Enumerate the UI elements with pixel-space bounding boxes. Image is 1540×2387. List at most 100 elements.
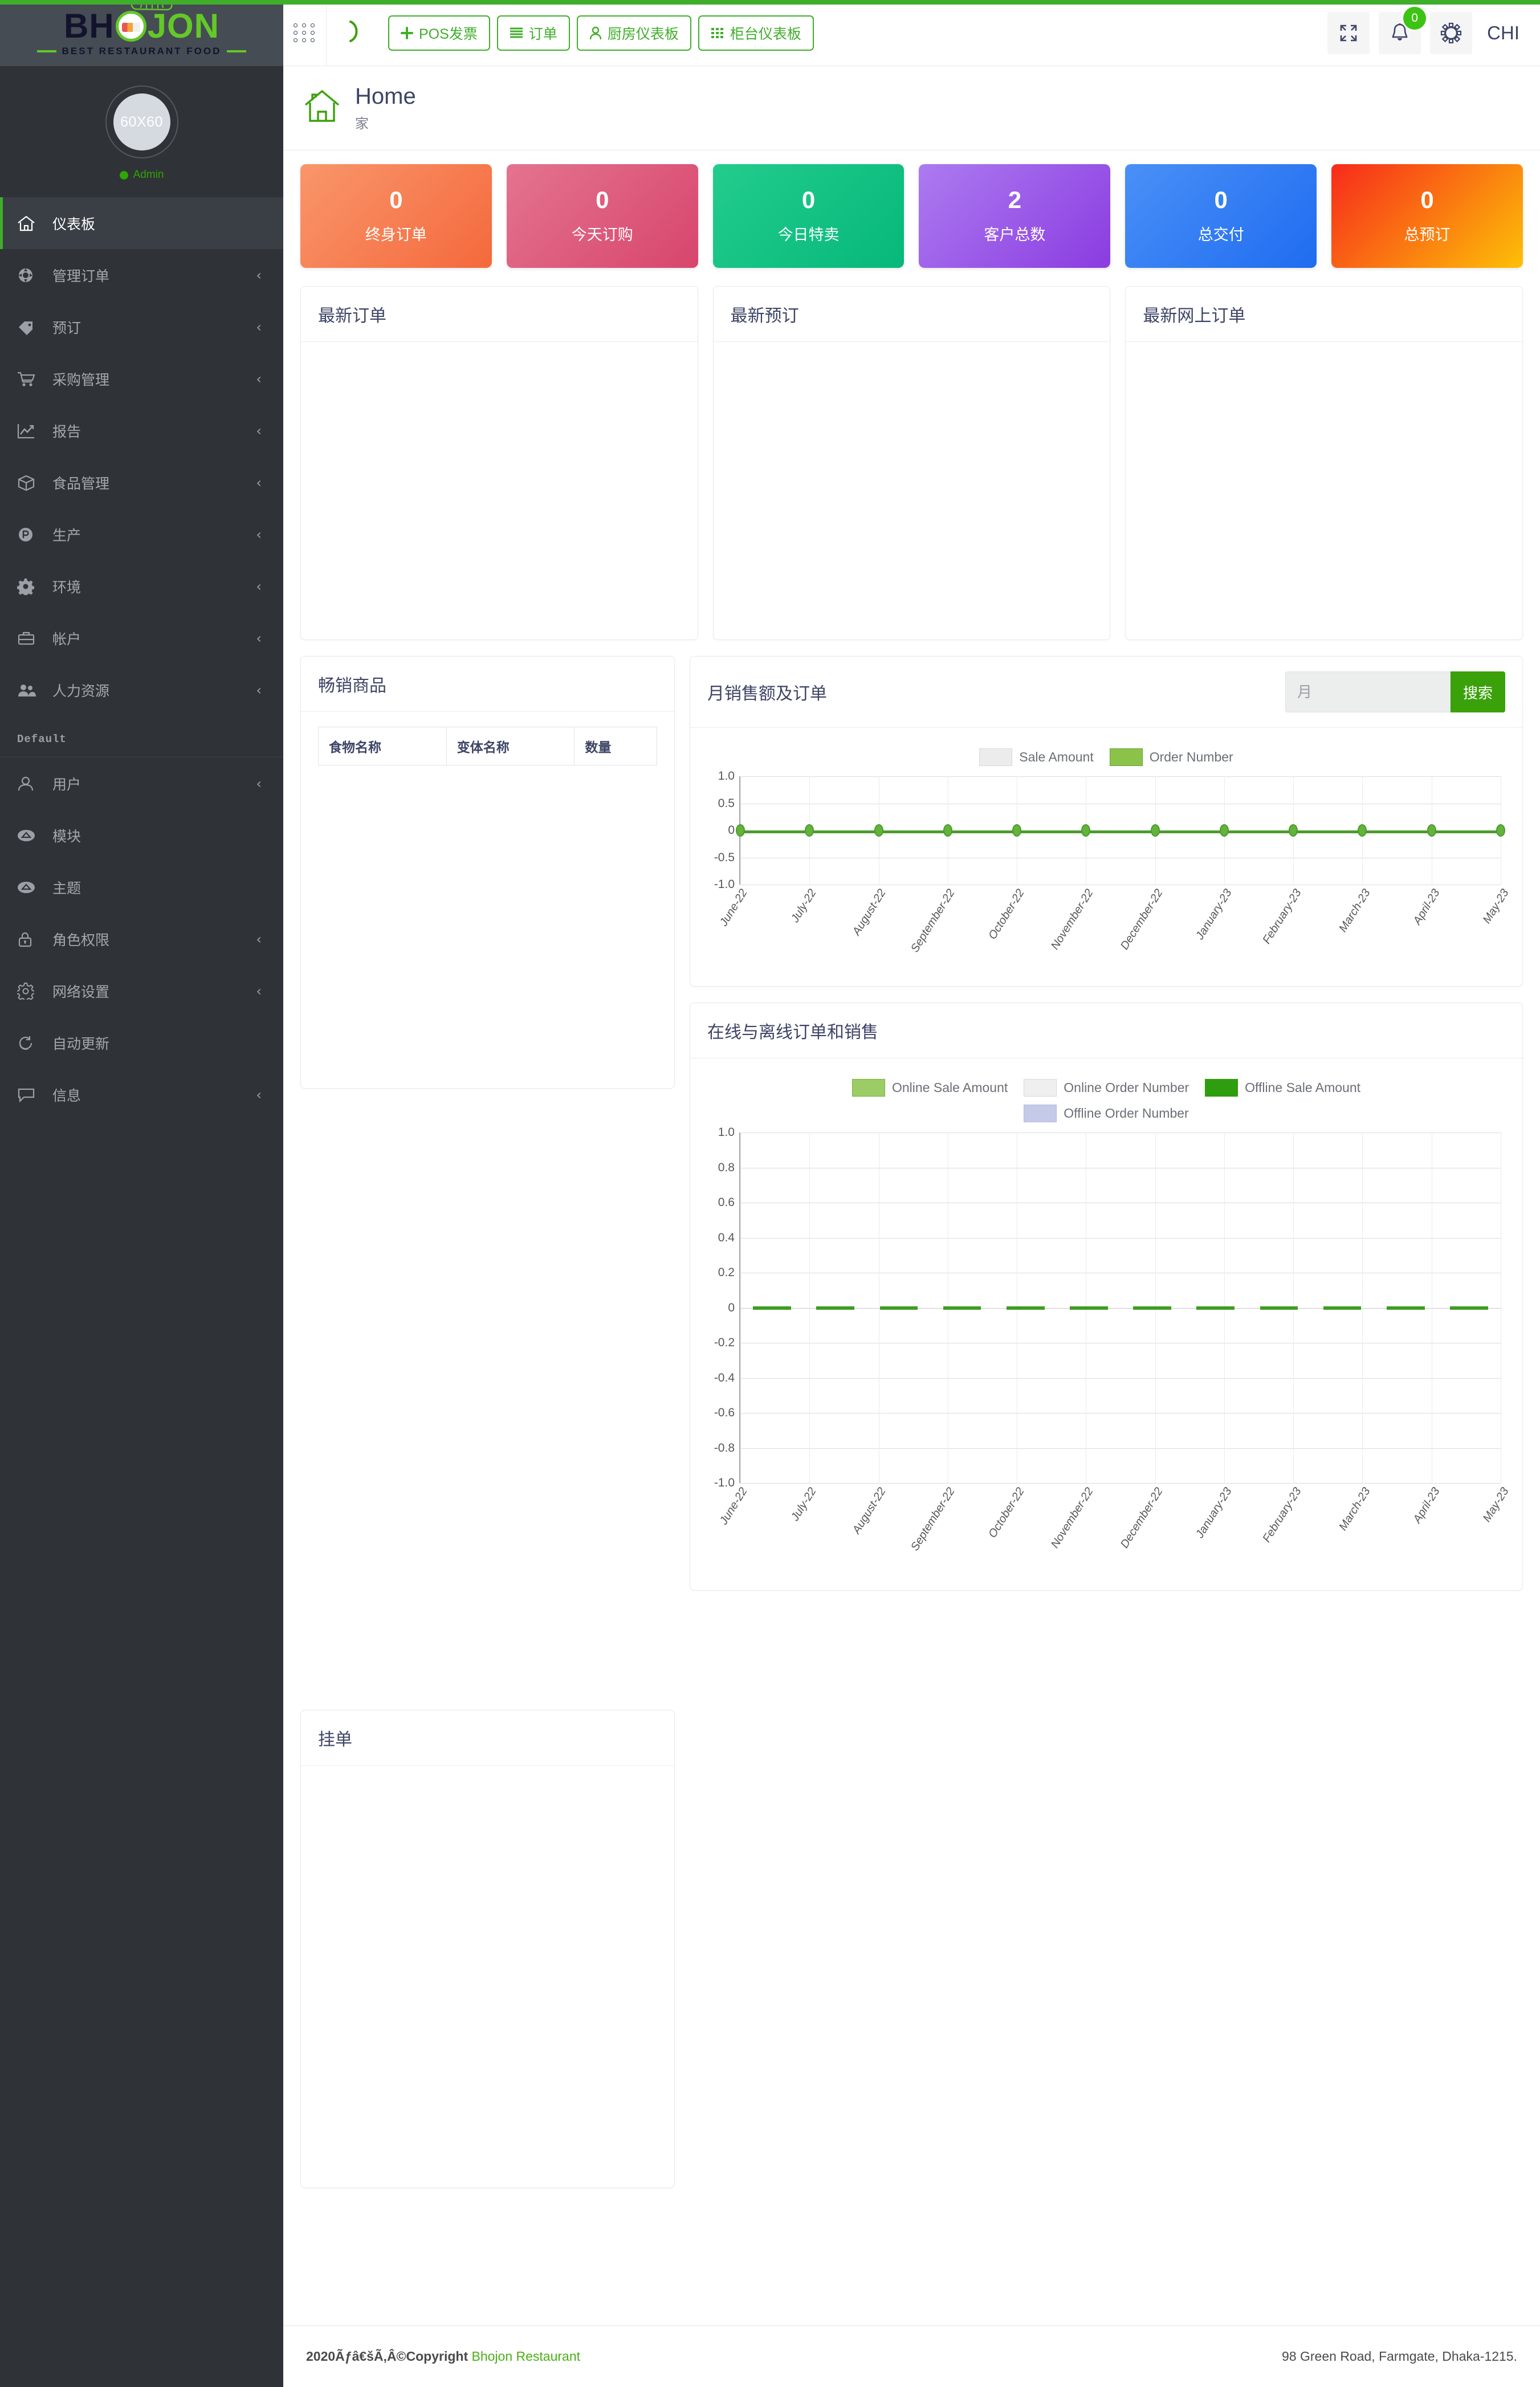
sidebar-item-reports[interactable]: 报告 ‹ <box>0 405 283 457</box>
sidebar-item-label: 预订 <box>52 320 82 336</box>
chevron-icon: ‹ <box>256 931 262 947</box>
sidebar-item-label: 环境 <box>52 579 82 596</box>
left-column: 畅销商品 食物名称 变体名称 数量 挂单 <box>300 656 675 2204</box>
y-tick-label: -0.5 <box>714 850 735 864</box>
monthly-sales-card: 月销售额及订单 搜索 Sale Amount <box>690 656 1523 987</box>
sidebar-item-hr[interactable]: 人力资源 ‹ <box>0 664 283 716</box>
bar <box>816 1306 855 1310</box>
counter-dashboard-label: 柜台仪表板 <box>730 26 801 42</box>
chevron-icon: ‹ <box>256 983 262 999</box>
brand-logo[interactable]: BH JON BEST RESTAURANT FOOD <box>0 0 283 66</box>
bar <box>879 1306 918 1310</box>
charts-row: 畅销商品 食物名称 变体名称 数量 挂单 月销售额及订单 月 搜索 Sale A… <box>300 656 1523 2204</box>
stat-card-today-orders[interactable]: 0 今天订购 <box>506 164 698 268</box>
chevron-icon: ‹ <box>256 775 262 792</box>
language-selector[interactable]: CHI <box>1487 22 1519 44</box>
y-tick-label: 0 <box>728 824 735 837</box>
sidebar-item-production[interactable]: 生产 ‹ <box>0 508 283 560</box>
sidebar-item-messages[interactable]: 信息 ‹ <box>0 1069 283 1121</box>
module-icon <box>17 829 43 842</box>
top-actions: POS发票 订单 厨房仪表板 柜台仪表板 <box>388 15 814 51</box>
stat-card-total-delivery[interactable]: 0 总交付 <box>1125 164 1317 268</box>
p-circle-icon <box>17 526 43 543</box>
footer-copyright: 2020Ãƒâ€šÃ‚Â©Copyright Bhojon Restaurant <box>306 2349 580 2364</box>
orders-label: 订单 <box>528 26 557 42</box>
avatar[interactable]: 60X60 <box>113 93 170 150</box>
month-search-input[interactable] <box>1285 671 1451 712</box>
top-accent-bar <box>0 0 1540 5</box>
chevron-icon: ‹ <box>256 474 262 491</box>
data-point <box>1427 824 1436 837</box>
sidebar-item-label: 仪表板 <box>52 216 96 233</box>
held-orders-card: 挂单 <box>300 1710 675 2188</box>
dark-mode-toggle[interactable] <box>346 20 366 46</box>
sidebar-item-purchase[interactable]: 采购管理 ‹ <box>0 353 283 405</box>
cart-icon <box>17 371 43 387</box>
x-tick-label: October-22 <box>985 1485 1027 1541</box>
logo-bh-text: BH <box>63 7 115 45</box>
month-search-button[interactable]: 搜索 <box>1450 671 1505 712</box>
fullscreen-button[interactable] <box>1327 11 1370 54</box>
y-tick-label: 0 <box>728 1301 735 1314</box>
footer-brand-link[interactable]: Bhojon Restaurant <box>472 2349 581 2364</box>
page-title: Home <box>355 84 416 109</box>
chevron-icon: ‹ <box>256 422 262 439</box>
online-offline-legend: Online Sale Amount Online Order Number O… <box>704 1079 1509 1122</box>
bar <box>1260 1306 1298 1310</box>
x-tick-label: June-22 <box>717 1485 750 1527</box>
chevron-icon: ‹ <box>256 682 262 698</box>
counter-dashboard-button[interactable]: 柜台仪表板 <box>698 15 814 51</box>
sidebar-item-role-permission[interactable]: 角色权限 ‹ <box>0 913 283 965</box>
sidebar-item-reservation[interactable]: 预订 ‹ <box>0 301 283 353</box>
sidebar-item-auto-update[interactable]: 自动更新 <box>0 1017 283 1069</box>
latest-reservations-body <box>714 342 1110 639</box>
latest-orders-card: 最新订单 <box>300 286 698 640</box>
settings-button[interactable] <box>1430 11 1473 54</box>
home-page-icon <box>304 89 340 127</box>
sidebar-item-users[interactable]: 用户 ‹ <box>0 757 283 809</box>
kitchen-dashboard-button[interactable]: 厨房仪表板 <box>576 15 691 51</box>
sidebar-item-manage-orders[interactable]: 管理订单 ‹ <box>0 249 283 301</box>
gear-order-icon <box>17 267 43 284</box>
sidebar-item-web-settings[interactable]: 网络设置 ‹ <box>0 965 283 1017</box>
x-tick-label: December-22 <box>1118 1485 1166 1551</box>
sidebar-item-label: 角色权限 <box>52 932 110 948</box>
sidebar-item-dashboard[interactable]: 仪表板 <box>0 197 283 249</box>
online-offline-body: Online Sale Amount Online Order Number O… <box>690 1058 1522 1590</box>
sidebar-item-food-management[interactable]: 食品管理 ‹ <box>0 457 283 508</box>
legend-label: Offline Sale Amount <box>1245 1080 1361 1095</box>
sidebar-item-theme[interactable]: 主题 <box>0 861 283 913</box>
page-header-text: Home 家 <box>355 84 416 132</box>
pos-invoice-button[interactable]: POS发票 <box>388 15 490 51</box>
sidebar-item-label: 采购管理 <box>52 372 110 388</box>
latest-lists-row: 最新订单 最新预订 最新网上订单 <box>300 286 1523 656</box>
pos-invoice-label: POS发票 <box>419 26 478 42</box>
footer: 2020Ãƒâ€šÃ‚Â©Copyright Bhojon Restaurant… <box>283 2325 1540 2387</box>
orders-button[interactable]: 订单 <box>496 15 570 51</box>
stat-card-lifetime-orders[interactable]: 0 终身订单 <box>300 164 492 268</box>
held-orders-body <box>301 1766 674 2188</box>
app-grid-button[interactable] <box>283 0 327 66</box>
sidebar-item-modules[interactable]: 模块 <box>0 809 283 861</box>
best-selling-card: 畅销商品 食物名称 变体名称 数量 <box>300 656 675 1089</box>
sidebar-item-environment[interactable]: 环境 ‹ <box>0 560 283 612</box>
bar <box>753 1306 791 1310</box>
latest-orders-title: 最新订单 <box>301 287 698 342</box>
stat-card-today-sales[interactable]: 0 今日特卖 <box>712 164 905 268</box>
data-point <box>1289 824 1298 837</box>
sidebar-item-accounts[interactable]: 帐户 ‹ <box>0 612 283 664</box>
latest-reservations-card: 最新预订 <box>712 286 1111 640</box>
sidebar-item-label: 人力资源 <box>52 683 110 699</box>
page-subtitle: 家 <box>355 116 369 132</box>
best-selling-title: 畅销商品 <box>301 657 674 712</box>
sidebar-section-label: Default <box>17 733 67 746</box>
legend-label: Offline Order Number <box>1064 1106 1189 1121</box>
x-tick-label: August-22 <box>850 1485 889 1536</box>
stat-card-total-reservations[interactable]: 0 总预订 <box>1331 164 1523 268</box>
stat-card-total-customers[interactable]: 2 客户总数 <box>919 164 1111 268</box>
sidebar-item-label: 网络设置 <box>52 984 110 1000</box>
legend-label: Online Order Number <box>1064 1080 1189 1095</box>
notifications-button[interactable]: 0 <box>1379 5 1428 54</box>
x-tick-label: September-22 <box>908 887 958 955</box>
grid-line <box>740 776 1501 777</box>
